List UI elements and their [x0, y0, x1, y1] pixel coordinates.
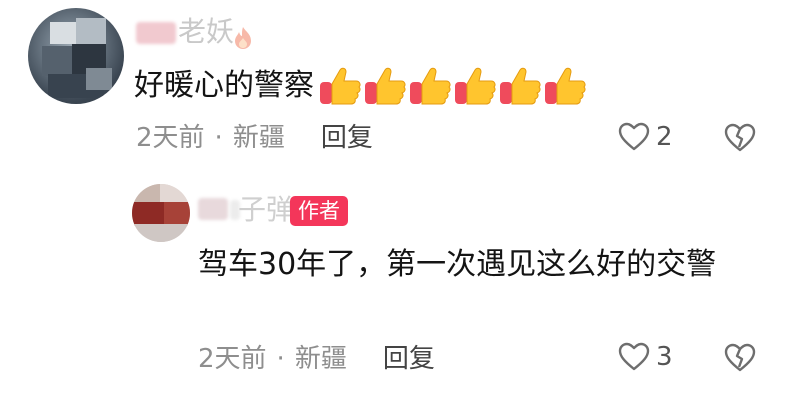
broken-heart-icon[interactable]	[724, 123, 756, 153]
meta-separator: ·	[276, 344, 285, 374]
comment-time: 2天前	[136, 123, 205, 153]
like-button[interactable]: 2	[618, 122, 673, 152]
reply-meta: 2天前 · 新疆 回复	[198, 346, 435, 372]
meta-separator: ·	[214, 123, 223, 153]
fire-icon	[235, 27, 251, 49]
avatar[interactable]	[132, 184, 190, 242]
reply-location: 新疆	[294, 344, 347, 374]
username-suffix[interactable]: 老妖	[178, 18, 234, 46]
like-button[interactable]: 3	[618, 342, 673, 372]
thumbs-up-icon	[410, 67, 451, 105]
reply-time: 2天前	[198, 344, 267, 374]
thumbs-up-icon	[455, 67, 496, 105]
thumbs-up-icon	[365, 67, 406, 105]
reply-button[interactable]: 回复	[383, 346, 435, 372]
thumbs-up-icon	[500, 67, 541, 105]
comment-meta: 2天前 · 新疆 回复	[136, 125, 373, 151]
like-count: 3	[656, 342, 673, 372]
like-count: 2	[656, 122, 673, 152]
username-suffix[interactable]: 子弹	[238, 196, 294, 224]
avatar[interactable]	[28, 8, 124, 104]
comment-location: 新疆	[232, 123, 285, 153]
comment-thread: 老妖 好暖心的警察 2天前 · 新疆 回复 2 子弹 作者 驾车30年了，第一次…	[0, 0, 800, 410]
username-blurred[interactable]	[198, 198, 228, 220]
comment-body: 好暖心的警察	[134, 66, 588, 106]
comment-text: 好暖心的警察	[134, 68, 314, 104]
broken-heart-icon[interactable]	[724, 343, 756, 373]
username-blurred[interactable]	[136, 22, 176, 44]
thumbs-emoji-row	[318, 66, 588, 106]
author-badge: 作者	[290, 196, 348, 226]
reply-text: 驾车30年了，第一次遇见这么好的交警	[198, 247, 717, 282]
heart-outline-icon	[618, 342, 650, 371]
thumbs-up-icon	[545, 67, 586, 105]
reply-button[interactable]: 回复	[321, 125, 373, 151]
heart-outline-icon	[618, 122, 650, 151]
thumbs-up-icon	[320, 67, 361, 105]
